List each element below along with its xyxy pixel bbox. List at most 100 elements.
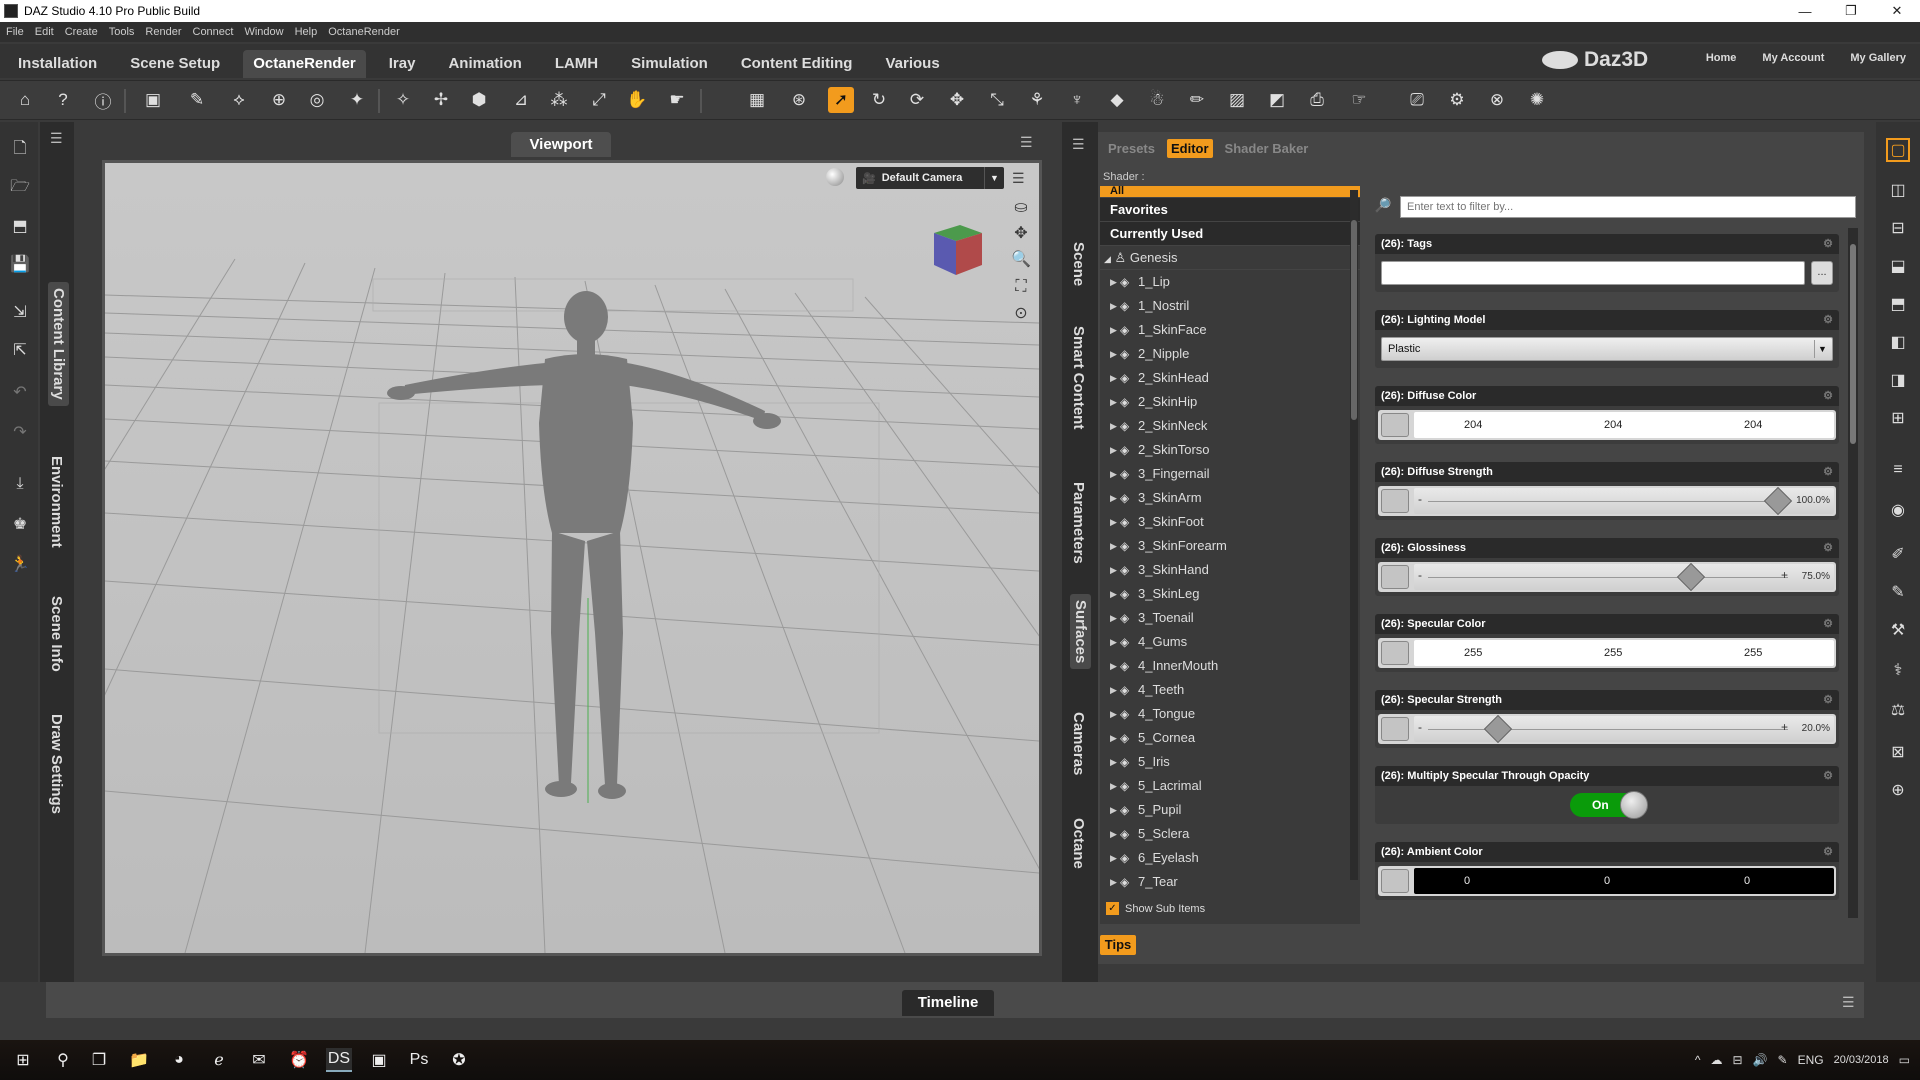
keyframe-button[interactable] [1381,641,1409,665]
node-align-icon[interactable]: ✢ [428,87,454,113]
show-sub-items[interactable]: ✓ Show Sub Items [1106,902,1205,915]
active-pose-icon[interactable]: ⤢ [586,87,612,113]
specular-color-field[interactable]: 255 255 255 [1414,640,1834,666]
mail-icon[interactable]: ✉ [246,1048,272,1072]
tab-simulation[interactable]: Simulation [621,50,718,78]
skeleton-icon[interactable]: ♆ [1064,87,1090,113]
timeline-tab[interactable]: Timeline [902,990,994,1016]
ambient-g[interactable]: 0 [1604,875,1610,887]
show-sub-items-checkbox[interactable]: ✓ [1106,902,1119,915]
expand-triangle-icon[interactable]: ▶ [1110,318,1120,342]
tab-scene[interactable]: Scene [1070,242,1087,286]
gear-icon[interactable]: ⚙ [1823,310,1833,330]
minus-icon[interactable]: - [1418,492,1422,506]
diffuse-strength-slider[interactable]: - 100.0% [1414,486,1834,516]
tree-item[interactable]: ▶ ◈ 3_SkinHand [1100,558,1360,582]
expand-triangle-icon[interactable]: ▶ [1110,630,1120,654]
ambient-r[interactable]: 0 [1464,875,1470,887]
chevron-down-icon[interactable]: ▼ [984,167,1004,189]
tree-currently-used[interactable]: Currently Used [1100,222,1360,246]
clock-app-icon[interactable]: ⏰ [286,1048,312,1072]
search-icon[interactable]: ⚲ [50,1048,76,1072]
diffuse-g[interactable]: 204 [1604,419,1622,431]
panel-menu-icon[interactable]: ☰ [50,130,63,147]
link-my-gallery[interactable]: My Gallery [1850,52,1906,64]
tree-item[interactable]: ▶ ◈ 3_Toenail [1100,606,1360,630]
bottom-split-icon[interactable]: ⬓ [1886,254,1910,278]
shape-icon[interactable]: ◆ [1104,87,1130,113]
camera-tool-icon[interactable]: ⎙ [1304,87,1330,113]
tree-item[interactable]: ▶ ◈ 5_Iris [1100,750,1360,774]
navigation-cube-icon[interactable] [926,219,986,279]
surface-icon[interactable]: ◩ [1264,87,1290,113]
gear-icon[interactable]: ⚙ [1823,690,1833,710]
aux-viewport-icon[interactable]: ◉ [1886,498,1910,522]
tree-item[interactable]: ▶ ◈ 1_Lip [1100,270,1360,294]
menu-help[interactable]: Help [295,26,318,38]
tab-content-library[interactable]: Content Library [48,282,69,406]
diffuse-r[interactable]: 204 [1464,419,1482,431]
gear-icon[interactable]: ⚙ [1823,462,1833,482]
link-my-account[interactable]: My Account [1762,52,1824,64]
expand-triangle-icon[interactable]: ▶ [1110,462,1120,486]
expand-triangle-icon[interactable]: ▶ [1110,654,1120,678]
tree-item[interactable]: ▶ ◈ 2_Nipple [1100,342,1360,366]
tab-octane[interactable]: Octane [1070,818,1087,869]
tree-item[interactable]: ▶ ◈ 2_SkinHead [1100,366,1360,390]
specular-r[interactable]: 255 [1464,647,1482,659]
tab-octanerender[interactable]: OctaneRender [243,50,366,78]
plus-icon[interactable]: + [1781,720,1788,734]
octane-icon[interactable]: ⊗ [1484,87,1510,113]
expand-triangle-icon[interactable]: ▶ [1110,510,1120,534]
language-indicator[interactable]: ENG [1798,1053,1824,1067]
brush-icon[interactable]: ✏ [1184,87,1210,113]
horizontal-split-icon[interactable]: ⊟ [1886,216,1910,240]
tree-all[interactable]: All [1100,186,1360,198]
render-icon[interactable]: ✺ [1524,87,1550,113]
fit-figure-icon[interactable]: ♚ [8,512,32,536]
hatch-icon[interactable]: ▨ [1224,87,1250,113]
rotate-icon[interactable]: ⟳ [904,87,930,113]
tab-editor[interactable]: Editor [1166,138,1213,158]
ambient-b[interactable]: 0 [1744,875,1750,887]
joint-editor-icon[interactable]: ⟡ [226,87,252,113]
pencil-icon[interactable]: ✐ [1886,542,1910,566]
frame-icon[interactable]: ⛶ [1010,276,1032,298]
tab-shader-baker[interactable]: Shader Baker [1221,139,1313,158]
tab-animation[interactable]: Animation [438,50,531,78]
tree-item[interactable]: ▶ ◈ 3_SkinArm [1100,486,1360,510]
timeline-menu-icon[interactable]: ☰ [1842,994,1855,1011]
expand-triangle-icon[interactable]: ▶ [1110,582,1120,606]
tab-parameters[interactable]: Parameters [1070,482,1087,564]
region-navigator-icon[interactable]: ⁂ [546,87,572,113]
morph-icon[interactable]: ⚘ [1024,87,1050,113]
image-app-icon[interactable]: ▣ [366,1048,392,1072]
properties-scrollbar[interactable] [1848,228,1858,918]
pose-figure-icon[interactable]: 🏃 [8,552,32,576]
select-tool-icon[interactable]: ➚ [828,87,854,113]
gear-icon[interactable]: ⚙ [1823,614,1833,634]
tab-surfaces[interactable]: Surfaces [1070,594,1091,670]
tab-draw-settings[interactable]: Draw Settings [48,714,65,814]
menu-edit[interactable]: Edit [35,26,54,38]
glossiness-slider[interactable]: - + 75.0% [1414,562,1834,592]
specular-b[interactable]: 255 [1744,647,1762,659]
camera-select[interactable]: 🎥 Default Camera ▼ [856,167,1004,189]
photoshop-icon[interactable]: Ps [406,1048,432,1072]
tree-item[interactable]: ▶ ◈ 4_Gums [1100,630,1360,654]
tree-item[interactable]: ▶ ◈ 1_Nostril [1100,294,1360,318]
gear-icon[interactable]: ⚙ [1823,842,1833,862]
zoom-camera-icon[interactable]: 🔍 [1010,248,1032,270]
keyframe-button[interactable] [1381,489,1409,513]
toggle-knob[interactable] [1620,791,1648,819]
menu-file[interactable]: File [6,26,24,38]
left-split-icon[interactable]: ◧ [1886,330,1910,354]
undo-icon[interactable]: ↶ [8,380,32,404]
expand-triangle-icon[interactable]: ▶ [1110,750,1120,774]
menu-connect[interactable]: Connect [193,26,234,38]
multiply-specular-toggle[interactable]: On [1570,791,1648,819]
clock-date[interactable]: 20/03/2018 [1834,1040,1889,1080]
preview-sphere-icon[interactable] [826,168,844,186]
onedrive-icon[interactable]: ☁ [1711,1053,1723,1067]
tab-presets[interactable]: Presets [1104,139,1159,158]
